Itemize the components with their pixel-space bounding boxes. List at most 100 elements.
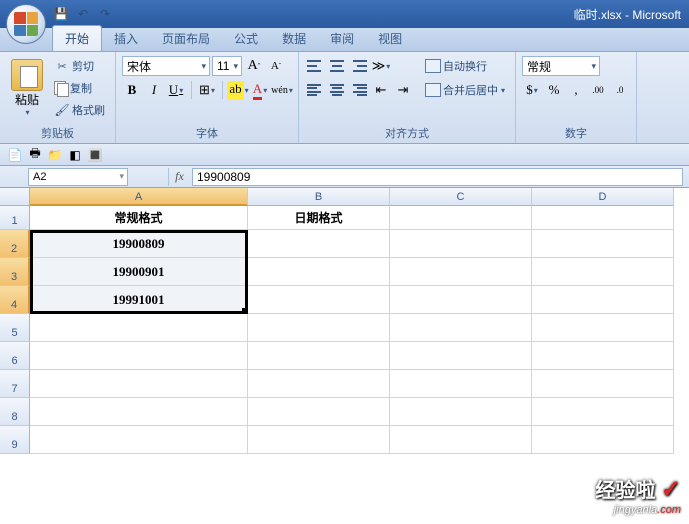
row-header-6[interactable]: 6 xyxy=(0,342,30,370)
fx-button[interactable]: fx xyxy=(168,168,190,186)
phonetic-button[interactable]: wén▾ xyxy=(272,80,292,100)
cell-a1[interactable]: 常规格式 xyxy=(30,206,248,230)
cell-a3[interactable]: 19900901 xyxy=(30,258,248,286)
qat-save-icon[interactable]: 💾 xyxy=(52,5,70,23)
grow-font-button[interactable]: Aˆ xyxy=(244,56,264,76)
col-header-a[interactable]: A xyxy=(30,188,248,206)
cell-d7[interactable] xyxy=(532,370,674,398)
currency-button[interactable]: $▾ xyxy=(522,80,542,100)
formula-input[interactable]: 19900809 xyxy=(192,168,683,186)
increase-indent-button[interactable]: ⇥ xyxy=(393,80,413,100)
cell-c7[interactable] xyxy=(390,370,532,398)
align-right-button[interactable] xyxy=(349,80,369,100)
tab-home[interactable]: 开始 xyxy=(52,25,102,51)
cell-d1[interactable] xyxy=(532,206,674,230)
cell-a5[interactable] xyxy=(30,314,248,342)
row-header-2[interactable]: 2 xyxy=(0,230,30,258)
align-left-button[interactable] xyxy=(305,80,325,100)
cell-a9[interactable] xyxy=(30,426,248,454)
select-all-corner[interactable] xyxy=(0,188,30,206)
font-color-button[interactable]: A▾ xyxy=(250,80,270,100)
cell-b3[interactable] xyxy=(248,258,390,286)
cell-b4[interactable] xyxy=(248,286,390,314)
row-header-1[interactable]: 1 xyxy=(0,206,30,230)
decrease-indent-button[interactable]: ⇤ xyxy=(371,80,391,100)
row-header-3[interactable]: 3 xyxy=(0,258,30,286)
percent-button[interactable]: % xyxy=(544,80,564,100)
tb-icon-1[interactable]: 📄 xyxy=(6,146,24,164)
fill-color-button[interactable]: ab▾ xyxy=(228,80,248,100)
tab-review[interactable]: 审阅 xyxy=(318,26,366,51)
copy-button[interactable]: 复制 xyxy=(50,78,109,98)
tb-icon-3[interactable]: 📁 xyxy=(46,146,64,164)
row-header-9[interactable]: 9 xyxy=(0,426,30,454)
italic-button[interactable]: I xyxy=(144,80,164,100)
tab-formulas[interactable]: 公式 xyxy=(222,26,270,51)
number-format-select[interactable]: 常规 xyxy=(522,56,600,76)
increase-decimal-button[interactable]: .00 xyxy=(588,80,608,100)
tab-view[interactable]: 视图 xyxy=(366,26,414,51)
qat-undo-icon[interactable]: ↶ xyxy=(74,5,92,23)
cell-d6[interactable] xyxy=(532,342,674,370)
cell-c2[interactable] xyxy=(390,230,532,258)
align-top-button[interactable] xyxy=(305,56,325,76)
tb-icon-4[interactable]: ◧ xyxy=(66,146,84,164)
cell-c8[interactable] xyxy=(390,398,532,426)
office-button[interactable] xyxy=(6,4,46,44)
cell-d2[interactable] xyxy=(532,230,674,258)
cell-c1[interactable] xyxy=(390,206,532,230)
cell-a8[interactable] xyxy=(30,398,248,426)
font-name-select[interactable]: 宋体 xyxy=(122,56,210,76)
format-painter-button[interactable]: 格式刷 xyxy=(50,100,109,120)
cell-b5[interactable] xyxy=(248,314,390,342)
orientation-button[interactable]: ≫▾ xyxy=(371,56,391,76)
row-header-4[interactable]: 4 xyxy=(0,286,30,314)
cell-b6[interactable] xyxy=(248,342,390,370)
cell-d9[interactable] xyxy=(532,426,674,454)
cell-b8[interactable] xyxy=(248,398,390,426)
qat-redo-icon[interactable]: ↷ xyxy=(96,5,114,23)
cell-a7[interactable] xyxy=(30,370,248,398)
row-header-7[interactable]: 7 xyxy=(0,370,30,398)
decrease-decimal-button[interactable]: .0 xyxy=(610,80,630,100)
cell-b2[interactable] xyxy=(248,230,390,258)
merge-center-button[interactable]: 合并后居中▾ xyxy=(421,80,509,100)
cell-c9[interactable] xyxy=(390,426,532,454)
underline-button[interactable]: U▾ xyxy=(166,80,186,100)
cell-b1[interactable]: 日期格式 xyxy=(248,206,390,230)
tab-data[interactable]: 数据 xyxy=(270,26,318,51)
wrap-text-button[interactable]: 自动换行 xyxy=(421,56,509,76)
paste-button[interactable]: 粘贴 ▾ xyxy=(6,56,48,120)
row-header-5[interactable]: 5 xyxy=(0,314,30,342)
cell-c4[interactable] xyxy=(390,286,532,314)
comma-button[interactable]: , xyxy=(566,80,586,100)
cell-a4[interactable]: 19991001 xyxy=(30,286,248,314)
tb-icon-5[interactable]: 🔳 xyxy=(86,146,104,164)
align-middle-button[interactable] xyxy=(327,56,347,76)
cell-d8[interactable] xyxy=(532,398,674,426)
cell-c6[interactable] xyxy=(390,342,532,370)
cut-button[interactable]: 剪切 xyxy=(50,56,109,76)
cell-c3[interactable] xyxy=(390,258,532,286)
font-size-select[interactable]: 11 xyxy=(212,56,242,76)
border-button[interactable]: ⊞▾ xyxy=(197,80,217,100)
cell-c5[interactable] xyxy=(390,314,532,342)
tb-icon-2[interactable]: 🖶 xyxy=(26,146,44,164)
name-box[interactable]: A2 xyxy=(28,168,128,186)
col-header-c[interactable]: C xyxy=(390,188,532,206)
cell-a2[interactable]: 19900809 xyxy=(30,230,248,258)
cell-a6[interactable] xyxy=(30,342,248,370)
cell-b7[interactable] xyxy=(248,370,390,398)
tab-page-layout[interactable]: 页面布局 xyxy=(150,26,222,51)
col-header-d[interactable]: D xyxy=(532,188,674,206)
row-header-8[interactable]: 8 xyxy=(0,398,30,426)
bold-button[interactable]: B xyxy=(122,80,142,100)
cell-b9[interactable] xyxy=(248,426,390,454)
shrink-font-button[interactable]: Aˇ xyxy=(266,56,286,76)
tab-insert[interactable]: 插入 xyxy=(102,26,150,51)
col-header-b[interactable]: B xyxy=(248,188,390,206)
align-bottom-button[interactable] xyxy=(349,56,369,76)
align-center-button[interactable] xyxy=(327,80,347,100)
cell-d3[interactable] xyxy=(532,258,674,286)
cell-d4[interactable] xyxy=(532,286,674,314)
